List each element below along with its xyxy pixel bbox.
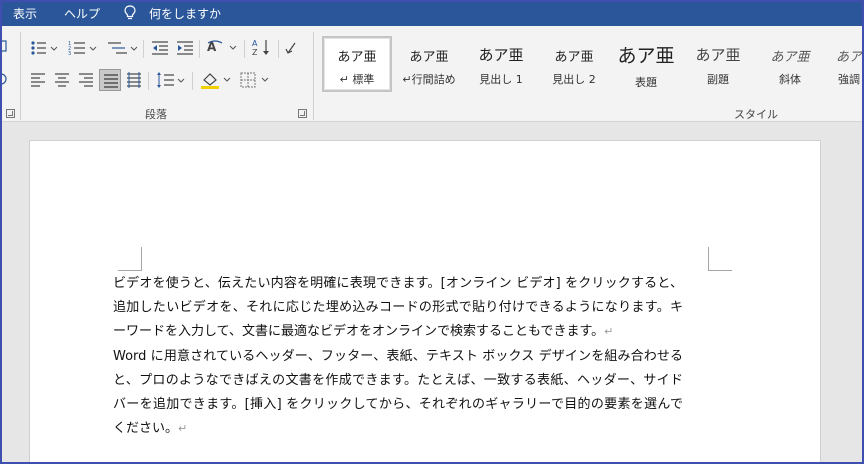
bullet-list-icon[interactable] bbox=[30, 40, 60, 56]
menu-bar: 表示 ヘルプ 何をしますか bbox=[0, 0, 864, 26]
sort-icon[interactable]: A Z bbox=[252, 38, 272, 58]
margin-corner-top-left bbox=[118, 247, 142, 271]
paragraph-group-label: 段落 bbox=[145, 108, 167, 121]
distributed-icon[interactable] bbox=[126, 72, 142, 88]
body-paragraph-2[interactable]: Word に用意されているヘッダー、フッター、表紙、テキスト ボックス デザイン… bbox=[113, 345, 683, 442]
ribbon: 1 2 3 A A Z 段落 あア亜 ↵ 標準 あア亜 ↵行間詰め あア亜 見出… bbox=[0, 26, 864, 122]
shading-icon[interactable] bbox=[200, 70, 232, 90]
style-emphasis[interactable]: あア亜 強調 bbox=[826, 36, 864, 92]
decrease-indent-icon[interactable] bbox=[151, 40, 169, 56]
style-no-spacing[interactable]: あア亜 ↵行間詰め bbox=[394, 36, 464, 92]
font-dialog-launcher[interactable] bbox=[6, 109, 15, 118]
increase-indent-icon[interactable] bbox=[176, 40, 194, 56]
svg-text:Z: Z bbox=[252, 48, 258, 57]
tell-me-search[interactable]: 何をしますか bbox=[149, 5, 221, 22]
paragraph-mark: ↵ bbox=[604, 325, 614, 339]
menu-view[interactable]: 表示 bbox=[13, 5, 37, 22]
justify-button-active[interactable] bbox=[99, 69, 121, 91]
group-separator bbox=[20, 32, 21, 120]
svg-text:A: A bbox=[252, 39, 258, 48]
menu-help[interactable]: ヘルプ bbox=[64, 5, 100, 22]
borders-icon[interactable] bbox=[240, 71, 272, 89]
justify-icon bbox=[104, 74, 118, 88]
style-heading-2[interactable]: あア亜 見出し 2 bbox=[539, 36, 609, 92]
partial-icon[interactable] bbox=[0, 40, 8, 54]
align-right-icon[interactable] bbox=[78, 72, 94, 88]
styles-group-label: スタイル bbox=[734, 108, 778, 121]
numbered-list-icon[interactable]: 1 2 3 bbox=[68, 40, 100, 56]
paragraph-mark: ↵ bbox=[178, 422, 188, 436]
show-marks-icon[interactable] bbox=[285, 40, 299, 56]
group-separator bbox=[313, 32, 314, 120]
paragraph-dialog-launcher[interactable] bbox=[298, 109, 307, 118]
style-title[interactable]: あア亜 表題 bbox=[611, 36, 681, 92]
align-center-icon[interactable] bbox=[54, 72, 70, 88]
body-paragraph-1[interactable]: ビデオを使うと、伝えたい内容を明確に表現できます。[オンライン ビデオ] をクリ… bbox=[113, 272, 683, 345]
partial-icon[interactable] bbox=[0, 72, 8, 86]
style-subtle-emphasis[interactable]: あア亜 斜体 bbox=[755, 36, 825, 92]
align-left-icon[interactable] bbox=[30, 72, 46, 88]
style-subtitle[interactable]: あア亜 副題 bbox=[683, 36, 753, 92]
style-heading-1[interactable]: あア亜 見出し 1 bbox=[466, 36, 536, 92]
svg-text:3: 3 bbox=[68, 51, 71, 56]
style-normal[interactable]: あア亜 ↵ 標準 bbox=[322, 36, 392, 92]
multilevel-list-icon[interactable] bbox=[107, 40, 141, 56]
margin-corner-top-right bbox=[708, 247, 732, 271]
document-area: ビデオを使うと、伝えたい内容を明確に表現できます。[オンライン ビデオ] をクリ… bbox=[0, 122, 864, 464]
lightbulb-icon[interactable] bbox=[122, 4, 138, 22]
document-body[interactable]: ビデオを使うと、伝えたい内容を明確に表現できます。[オンライン ビデオ] をクリ… bbox=[113, 272, 683, 441]
asian-layout-icon[interactable]: A bbox=[206, 39, 238, 57]
line-spacing-icon[interactable] bbox=[156, 71, 186, 89]
